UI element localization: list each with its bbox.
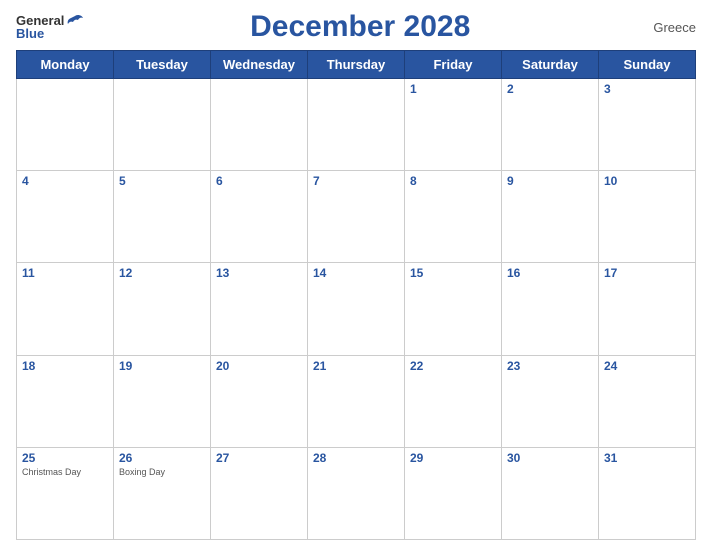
calendar-day-cell [308, 79, 405, 171]
calendar-day-cell [211, 79, 308, 171]
calendar-day-cell [17, 79, 114, 171]
calendar-day-cell: 7 [308, 171, 405, 263]
day-of-week-header: Sunday [599, 51, 696, 79]
day-number: 16 [507, 266, 593, 280]
calendar-day-cell: 19 [114, 355, 211, 447]
calendar-day-cell: 29 [405, 447, 502, 539]
calendar-day-cell: 14 [308, 263, 405, 355]
day-number: 10 [604, 174, 690, 188]
day-number: 20 [216, 359, 302, 373]
day-number: 11 [22, 266, 108, 280]
day-of-week-header: Saturday [502, 51, 599, 79]
day-number: 13 [216, 266, 302, 280]
day-number: 9 [507, 174, 593, 188]
day-number: 2 [507, 82, 593, 96]
day-number: 21 [313, 359, 399, 373]
logo-blue-text: Blue [16, 26, 44, 41]
logo: General Blue [16, 13, 84, 41]
calendar-week-row: 18 19 20 21 22 23 24 [17, 355, 696, 447]
day-of-week-header: Tuesday [114, 51, 211, 79]
day-number: 18 [22, 359, 108, 373]
calendar-header: General Blue December 2028 Greece [16, 10, 696, 44]
day-of-week-header: Monday [17, 51, 114, 79]
day-number: 5 [119, 174, 205, 188]
calendar-day-cell: 13 [211, 263, 308, 355]
day-of-week-header: Thursday [308, 51, 405, 79]
day-number: 29 [410, 451, 496, 465]
calendar-day-cell: 20 [211, 355, 308, 447]
day-of-week-header: Wednesday [211, 51, 308, 79]
calendar-day-cell: 12 [114, 263, 211, 355]
day-number: 24 [604, 359, 690, 373]
country-label: Greece [636, 20, 696, 35]
calendar-day-cell: 1 [405, 79, 502, 171]
calendar-day-cell: 4 [17, 171, 114, 263]
calendar-week-row: 123 [17, 79, 696, 171]
calendar-day-cell: 11 [17, 263, 114, 355]
day-number: 14 [313, 266, 399, 280]
day-number: 23 [507, 359, 593, 373]
calendar-day-cell: 30 [502, 447, 599, 539]
calendar-day-cell: 15 [405, 263, 502, 355]
calendar-day-cell: 8 [405, 171, 502, 263]
day-number: 12 [119, 266, 205, 280]
calendar-week-row: 11 12 13 14 15 16 17 [17, 263, 696, 355]
calendar-day-cell: 28 [308, 447, 405, 539]
day-number: 25 [22, 451, 108, 465]
calendar-day-cell: 27 [211, 447, 308, 539]
calendar-day-cell: 17 [599, 263, 696, 355]
day-number: 30 [507, 451, 593, 465]
calendar-day-cell: 23 [502, 355, 599, 447]
calendar-day-cell: 16 [502, 263, 599, 355]
calendar-day-cell: 6 [211, 171, 308, 263]
calendar-day-cell: 21 [308, 355, 405, 447]
calendar-week-row: 25 Christmas Day 26 Boxing Day 27 28 29 30 31 [17, 447, 696, 539]
day-of-week-header: Friday [405, 51, 502, 79]
calendar-day-cell: 22 [405, 355, 502, 447]
day-number: 4 [22, 174, 108, 188]
day-number: 8 [410, 174, 496, 188]
logo-bird-icon [66, 14, 84, 28]
day-number: 19 [119, 359, 205, 373]
calendar-day-cell: 9 [502, 171, 599, 263]
day-number: 22 [410, 359, 496, 373]
calendar-day-cell: 24 [599, 355, 696, 447]
day-number: 1 [410, 82, 496, 96]
calendar-day-cell: 2 [502, 79, 599, 171]
day-number: 6 [216, 174, 302, 188]
day-number: 27 [216, 451, 302, 465]
calendar-day-cell: 18 [17, 355, 114, 447]
day-number: 28 [313, 451, 399, 465]
calendar-header-row: MondayTuesdayWednesdayThursdayFridaySatu… [17, 51, 696, 79]
day-number: 15 [410, 266, 496, 280]
calendar-day-cell: 5 [114, 171, 211, 263]
holiday-label: Christmas Day [22, 467, 108, 477]
calendar-day-cell: 31 [599, 447, 696, 539]
calendar-table: MondayTuesdayWednesdayThursdayFridaySatu… [16, 50, 696, 540]
calendar-week-row: 456789 10 [17, 171, 696, 263]
calendar-day-cell: 25 Christmas Day [17, 447, 114, 539]
day-number: 3 [604, 82, 690, 96]
holiday-label: Boxing Day [119, 467, 205, 477]
day-number: 31 [604, 451, 690, 465]
day-number: 26 [119, 451, 205, 465]
calendar-day-cell [114, 79, 211, 171]
calendar-day-cell: 3 [599, 79, 696, 171]
calendar-day-cell: 10 [599, 171, 696, 263]
day-number: 7 [313, 174, 399, 188]
calendar-day-cell: 26 Boxing Day [114, 447, 211, 539]
calendar-title: December 2028 [84, 10, 636, 44]
day-number: 17 [604, 266, 690, 280]
